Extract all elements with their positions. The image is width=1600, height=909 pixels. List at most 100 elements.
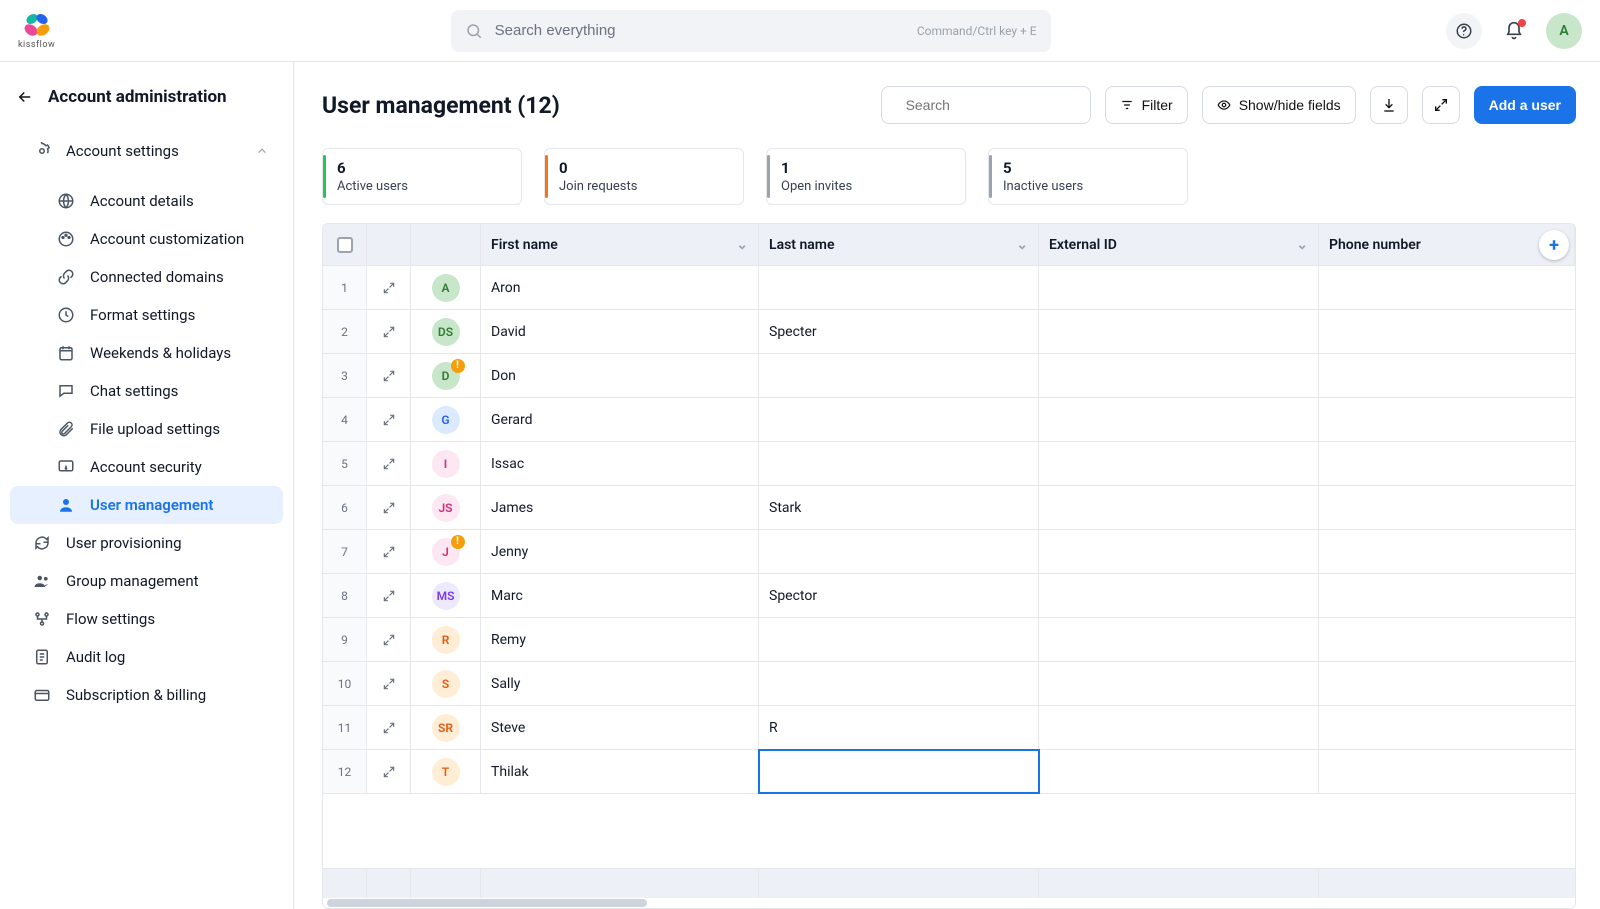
cell-first-name[interactable]: Remy	[481, 618, 759, 661]
cell-external-id[interactable]	[1039, 618, 1319, 661]
sidebar-item-subscription-billing[interactable]: Subscription & billing	[10, 676, 283, 714]
table-row[interactable]: 7J!Jenny	[323, 530, 1575, 574]
cell-last-name[interactable]: Spector	[759, 574, 1039, 617]
sidebar-item-user-management[interactable]: User management	[10, 486, 283, 524]
back-button[interactable]	[14, 86, 36, 108]
table-row[interactable]: 1AAron	[323, 266, 1575, 310]
cell-external-id[interactable]	[1039, 266, 1319, 309]
cell-last-name[interactable]: R	[759, 706, 1039, 749]
add-column-button[interactable]: +	[1539, 230, 1569, 260]
cell-phone-number[interactable]	[1319, 574, 1575, 617]
cell-external-id[interactable]	[1039, 706, 1319, 749]
table-row[interactable]: 6JSJamesStark	[323, 486, 1575, 530]
cell-first-name[interactable]: Steve	[481, 706, 759, 749]
cell-phone-number[interactable]	[1319, 618, 1575, 661]
row-expand[interactable]	[367, 442, 411, 485]
table-row[interactable]: 12TThilak	[323, 750, 1575, 794]
table-row[interactable]: 4GGerard	[323, 398, 1575, 442]
table-row[interactable]: 11SRSteveR	[323, 706, 1575, 750]
cell-phone-number[interactable]	[1319, 310, 1575, 353]
show-hide-fields-button[interactable]: Show/hide fields	[1202, 86, 1356, 124]
cell-last-name[interactable]	[759, 750, 1039, 793]
row-expand[interactable]	[367, 750, 411, 793]
cell-first-name[interactable]: Gerard	[481, 398, 759, 441]
sidebar-item-account-customization[interactable]: Account customization	[10, 220, 283, 258]
stat-open-invites[interactable]: 1Open invites	[766, 148, 966, 205]
cell-last-name[interactable]	[759, 662, 1039, 705]
cell-last-name[interactable]	[759, 618, 1039, 661]
filter-button[interactable]: Filter	[1105, 86, 1188, 124]
cell-phone-number[interactable]	[1319, 442, 1575, 485]
sidebar-item-account-security[interactable]: Account security	[10, 448, 283, 486]
brand-logo[interactable]: kissflow	[18, 12, 55, 50]
row-expand[interactable]	[367, 354, 411, 397]
cell-last-name[interactable]: Stark	[759, 486, 1039, 529]
stat-inactive-users[interactable]: 5Inactive users	[988, 148, 1188, 205]
cell-phone-number[interactable]	[1319, 530, 1575, 573]
table-row[interactable]: 9RRemy	[323, 618, 1575, 662]
cell-first-name[interactable]: Jenny	[481, 530, 759, 573]
cell-phone-number[interactable]	[1319, 750, 1575, 793]
add-user-button[interactable]: Add a user	[1474, 86, 1576, 124]
cell-phone-number[interactable]	[1319, 266, 1575, 309]
row-expand[interactable]	[367, 486, 411, 529]
cell-external-id[interactable]	[1039, 354, 1319, 397]
cell-first-name[interactable]: Thilak	[481, 750, 759, 793]
row-expand[interactable]	[367, 662, 411, 705]
cell-last-name[interactable]	[759, 530, 1039, 573]
cell-first-name[interactable]: Sally	[481, 662, 759, 705]
cell-external-id[interactable]	[1039, 486, 1319, 529]
stat-active-users[interactable]: 6Active users	[322, 148, 522, 205]
cell-last-name[interactable]	[759, 442, 1039, 485]
table-row[interactable]: 8MSMarcSpector	[323, 574, 1575, 618]
row-expand[interactable]	[367, 398, 411, 441]
row-expand[interactable]	[367, 530, 411, 573]
sidebar-item-format-settings[interactable]: Format settings	[10, 296, 283, 334]
select-all-header[interactable]	[323, 224, 367, 265]
sidebar-item-weekends-holidays[interactable]: Weekends & holidays	[10, 334, 283, 372]
global-search[interactable]: Command/Ctrl key + E	[451, 10, 1051, 52]
sidebar-item-audit-log[interactable]: Audit log	[10, 638, 283, 676]
row-expand[interactable]	[367, 266, 411, 309]
table-search-input[interactable]	[904, 96, 1089, 114]
cell-external-id[interactable]	[1039, 310, 1319, 353]
row-expand[interactable]	[367, 310, 411, 353]
cell-last-name[interactable]: Specter	[759, 310, 1039, 353]
cell-phone-number[interactable]	[1319, 354, 1575, 397]
sidebar-item-chat-settings[interactable]: Chat settings	[10, 372, 283, 410]
horizontal-scrollbar[interactable]	[323, 898, 1575, 908]
row-expand[interactable]	[367, 706, 411, 749]
cell-external-id[interactable]	[1039, 442, 1319, 485]
sidebar-item-user-provisioning[interactable]: User provisioning	[10, 524, 283, 562]
cell-last-name[interactable]	[759, 266, 1039, 309]
cell-phone-number[interactable]	[1319, 398, 1575, 441]
column-external-id[interactable]: External ID⌄	[1039, 224, 1319, 265]
cell-external-id[interactable]	[1039, 574, 1319, 617]
cell-external-id[interactable]	[1039, 530, 1319, 573]
table-search[interactable]	[881, 86, 1091, 124]
cell-first-name[interactable]: Aron	[481, 266, 759, 309]
cell-phone-number[interactable]	[1319, 662, 1575, 705]
cell-external-id[interactable]	[1039, 750, 1319, 793]
cell-first-name[interactable]: Marc	[481, 574, 759, 617]
cell-phone-number[interactable]	[1319, 706, 1575, 749]
cell-external-id[interactable]	[1039, 398, 1319, 441]
column-last-name[interactable]: Last name⌄	[759, 224, 1039, 265]
user-avatar[interactable]: A	[1546, 13, 1582, 49]
table-row[interactable]: 5IIssac	[323, 442, 1575, 486]
cell-first-name[interactable]: James	[481, 486, 759, 529]
notifications-button[interactable]	[1496, 13, 1532, 49]
sidebar-item-account-details[interactable]: Account details	[10, 182, 283, 220]
cell-last-name[interactable]	[759, 354, 1039, 397]
expand-button[interactable]	[1422, 86, 1460, 124]
download-button[interactable]	[1370, 86, 1408, 124]
sidebar-item-group-management[interactable]: Group management	[10, 562, 283, 600]
sidebar-item-connected-domains[interactable]: Connected domains	[10, 258, 283, 296]
column-first-name[interactable]: First name⌄	[481, 224, 759, 265]
row-expand[interactable]	[367, 574, 411, 617]
cell-last-name[interactable]	[759, 398, 1039, 441]
global-search-input[interactable]	[493, 21, 907, 40]
table-row[interactable]: 2DSDavidSpecter	[323, 310, 1575, 354]
sidebar-item-file-upload-settings[interactable]: File upload settings	[10, 410, 283, 448]
table-row[interactable]: 10SSally	[323, 662, 1575, 706]
